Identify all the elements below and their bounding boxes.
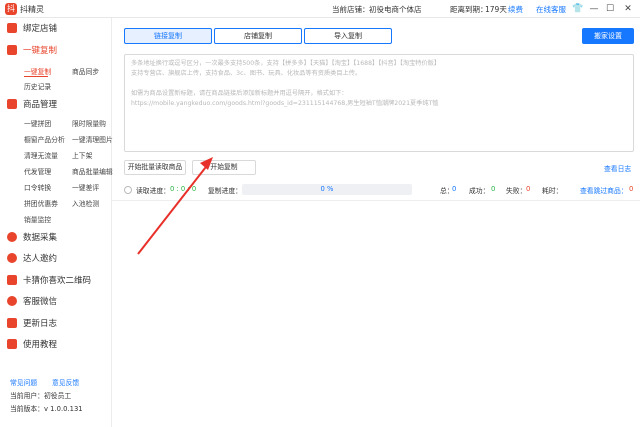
shop-icon [7,23,17,33]
sidebar-item-goods-manage[interactable]: 商品管理 [0,96,112,112]
goods-icon [7,99,17,109]
main-panel: 链接复制 店铺复制 导入复制 搬家设置 多条地址换行或逗号区分，一次最多支持50… [112,18,640,427]
sidebar-item-influencer[interactable]: 达人邀约 [0,250,112,266]
copy-progress-value: 0 % [320,185,334,193]
online-service-link[interactable]: 在线客服 [536,4,566,15]
sub-item-bad-review[interactable]: 一键差评 [72,182,99,192]
skin-icon[interactable]: 👕 [570,2,586,16]
placeholder-line: 多条地址换行或逗号区分，一次最多支持500条，支持【拼多多】【天猫】【淘宝】【1… [131,60,441,67]
tab-shop-copy[interactable]: 店铺复制 [214,28,302,44]
total-value: 0 [452,185,457,193]
heart-icon [7,275,17,285]
copy-progress-label: 复制进度： [208,187,242,195]
sidebar-item-qrcode[interactable]: 卡猜你喜欢二维码 [0,272,112,288]
read-progress-radio[interactable] [124,186,132,194]
minimize-button[interactable]: — [586,2,602,16]
sub-item-sales-monitor[interactable]: 销量监控 [24,214,51,224]
maximize-button[interactable]: ☐ [602,2,618,16]
read-progress-label: 读取进度： [136,187,170,195]
sidebar-item-update-log[interactable]: 更新日志 [0,315,112,331]
active-sub-underline [24,76,48,77]
person-icon [7,253,17,263]
sub-item-clean-no-traffic[interactable]: 清理无流量 [24,150,58,160]
skipped-value: 0 [629,185,634,193]
copy-tabs: 链接复制 店铺复制 导入复制 [124,28,394,44]
current-shop-label: 当前店铺： [332,5,370,14]
log-icon [7,318,17,328]
copy-icon [7,45,17,55]
view-skipped-link[interactable]: 查看跳过商品： [580,185,628,195]
app-logo-icon: 抖 [5,3,17,15]
links-textarea[interactable]: 多条地址换行或逗号区分，一次最多支持500条，支持【拼多多】【天猫】【淘宝】【1… [124,54,634,152]
placeholder-line: 支持专营店、旗舰店上传，支持食品、3c、图书、玩具、化妆品等有资质类目上传。 [131,70,362,77]
tab-import-copy[interactable]: 导入复制 [304,28,392,44]
sidebar-item-wechat[interactable]: 客服微信 [0,293,112,309]
placeholder-line: 如需为商品设置新标题，请在商品链接后添加新标题并用逗号隔开，格式如下： [131,90,348,97]
placeholder-line: https://mobile.yangkeduo.com/goods.html?… [131,100,439,107]
sidebar-item-bind-shop[interactable]: 绑定店铺 [0,20,112,36]
status-bar: 读取进度： 0 : 0 : 0 复制进度： 0 % 总： 0 成功： 0 失败：… [124,184,634,196]
sub-item-dropship[interactable]: 代发管理 [24,166,51,176]
renew-link[interactable]: 续费 [508,4,523,15]
sidebar-item-data-collect[interactable]: 数据采集 [0,229,112,245]
current-shop-value: 初役电商个体店 [369,5,422,14]
expiry-value: 179天 [485,5,507,14]
sub-item-clean-images[interactable]: 一键清理图片 [72,134,113,144]
sidebar-item-one-click-copy[interactable]: 一键复制 [0,42,112,58]
current-version: 当前版本：v 1.0.0.131 [10,405,83,413]
close-button[interactable]: ✕ [620,2,636,16]
divider [112,200,640,201]
wechat-icon [7,296,17,306]
tab-link-copy[interactable]: 链接复制 [124,28,212,44]
faq-link[interactable]: 常见问题 [10,377,37,387]
start-copy-button[interactable]: 开始复制 [192,160,256,175]
sub-item-window-analysis[interactable]: 橱窗产品分析 [24,134,65,144]
batch-read-button[interactable]: 开始批量读取商品 [124,160,186,175]
sidebar: 绑定店铺 一键复制 一键复制 商品同步 历史记录 商品管理 一键拼团 限时限量购… [0,18,113,427]
success-value: 0 [491,185,496,193]
app-title: 抖精灵 [20,5,44,14]
sub-item-limited-sale[interactable]: 限时限量购 [72,118,106,128]
sub-item-history[interactable]: 历史记录 [24,81,51,91]
view-log-link[interactable]: 查看日志 [604,163,631,173]
fail-label: 失败： [506,187,527,195]
placeholder-line [131,79,627,89]
success-label: 成功： [469,187,490,195]
sub-item-token-convert[interactable]: 口令转换 [24,182,51,192]
sub-item-pool-check[interactable]: 入池检测 [72,198,99,208]
time-label: 耗时： [542,187,563,195]
move-settings-button[interactable]: 搬家设置 [582,28,634,44]
sidebar-item-tutorial[interactable]: 使用教程 [0,336,112,352]
sub-item-shelf[interactable]: 上下架 [72,150,92,160]
book-icon [7,339,17,349]
current-user: 当前用户：初役员工 [10,392,72,400]
read-progress-value: 0 : 0 : 0 [170,185,197,193]
sub-item-batch-edit[interactable]: 商品批量编辑 [72,166,113,176]
sub-item-one-click-copy[interactable]: 一键复制 [24,66,51,76]
title-bar: 抖 抖精灵 当前店铺： 初役电商个体店 距离到期： 179天 续费 在线客服 👕… [0,0,640,18]
fail-value: 0 [526,185,531,193]
copy-progress-bar: 0 % [242,184,412,195]
collect-icon [7,232,17,242]
sub-item-goods-sync[interactable]: 商品同步 [72,66,99,76]
expiry-label: 距离到期： [450,5,488,14]
sub-item-group-coupon[interactable]: 拼团优惠券 [24,198,58,208]
feedback-link[interactable]: 意见反馈 [52,377,79,387]
sub-item-group-buy[interactable]: 一键拼团 [24,118,51,128]
